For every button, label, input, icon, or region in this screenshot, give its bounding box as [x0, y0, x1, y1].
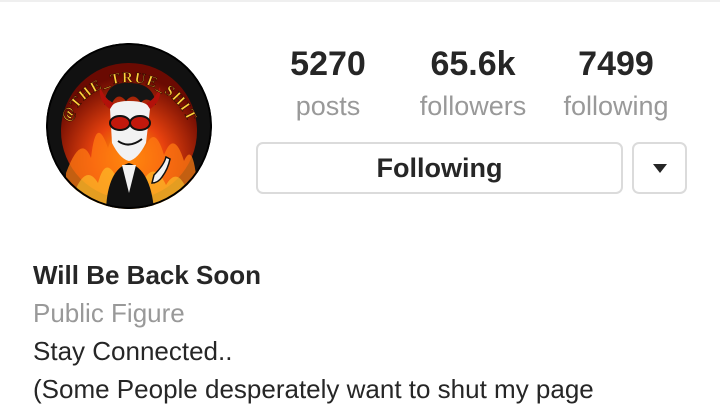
following-count: 7499 [578, 45, 654, 83]
avatar-image: @THE_TRUE_SHIT [46, 43, 212, 209]
posts-stat[interactable]: 5270 posts [280, 44, 376, 126]
followers-stat[interactable]: 65.6k followers [410, 44, 536, 126]
top-divider [0, 0, 720, 2]
posts-label: posts [295, 91, 361, 121]
profile-name: Will Be Back Soon [33, 260, 262, 290]
following-stat[interactable]: 7499 following [556, 44, 676, 126]
following-label: following [563, 91, 669, 121]
profile-category: Public Figure [33, 298, 185, 328]
profile-avatar[interactable]: @THE_TRUE_SHIT [46, 43, 212, 209]
caret-down-icon [652, 163, 667, 173]
bio-text-line: (Some People desperately want to shut my… [33, 374, 594, 404]
followers-label: followers [419, 91, 527, 121]
suggestions-dropdown-button[interactable] [632, 142, 687, 194]
posts-count: 5270 [290, 45, 366, 83]
followers-count: 65.6k [430, 45, 516, 83]
bio-text-line: Stay Connected.. [33, 336, 233, 366]
following-button[interactable]: Following [256, 142, 623, 194]
